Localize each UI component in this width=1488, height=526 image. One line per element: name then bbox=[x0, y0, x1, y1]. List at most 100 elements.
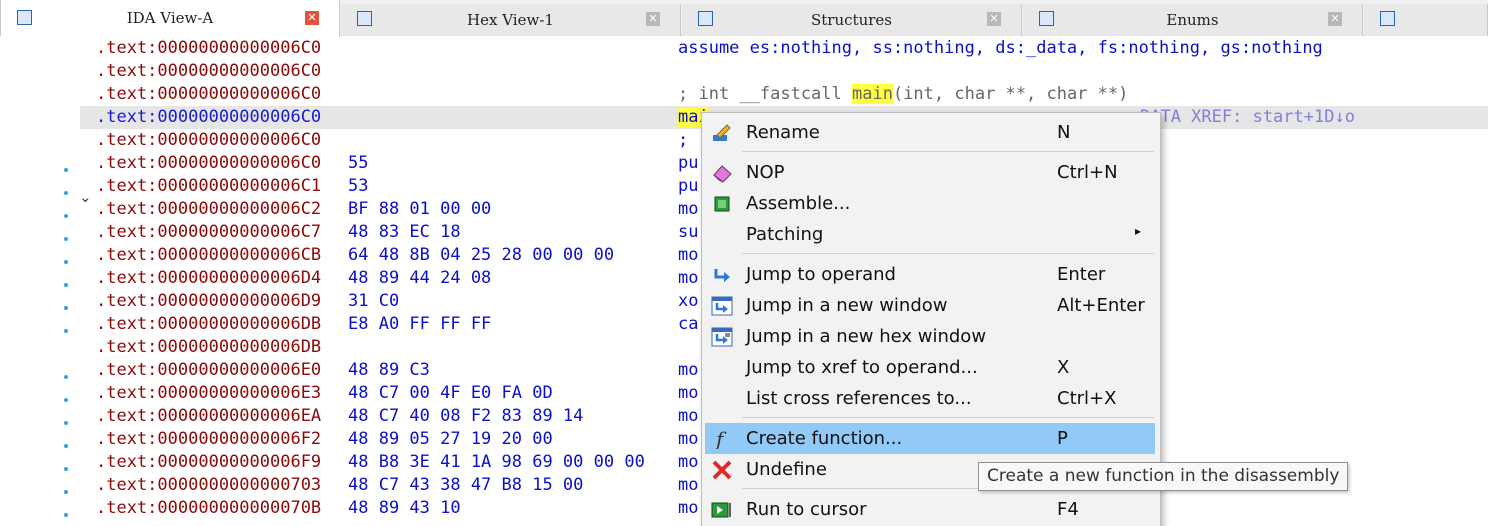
xref-comment[interactable]: DATA XREF: start+1D↓o bbox=[1140, 106, 1355, 129]
close-icon[interactable]: ✕ bbox=[1328, 12, 1342, 26]
listing-gutter[interactable]: ⌄ bbox=[0, 36, 92, 526]
tab-label: Hex View-1 bbox=[467, 11, 554, 29]
menu-item-jump-to-operand[interactable]: Jump to operand Enter bbox=[705, 259, 1155, 290]
menu-item-rename[interactable]: Rename N bbox=[705, 117, 1155, 148]
opcode-bytes: 48 B8 3E 41 1A 98 69 00 00 00 bbox=[348, 452, 645, 472]
menu-item-jump-in-a-new-window[interactable]: Jump in a new window Alt+Enter bbox=[705, 290, 1155, 321]
tab-structures[interactable]: Structures ✕ bbox=[682, 4, 1022, 36]
opcode-bytes: E8 A0 FF FF FF bbox=[348, 314, 492, 334]
opcode-bytes: 48 C7 40 08 F2 83 89 14 bbox=[348, 406, 584, 426]
close-icon[interactable]: ✕ bbox=[646, 12, 660, 26]
menu-item-shortcut: X bbox=[1057, 357, 1070, 378]
address: .text:00000000000006C1 bbox=[96, 176, 322, 196]
instruction[interactable]: mo bbox=[678, 474, 698, 497]
jump-arrow-icon bbox=[711, 265, 733, 285]
menu-item-create-function[interactable]: f Create function... P bbox=[705, 423, 1155, 454]
address: .text:00000000000006C2 bbox=[96, 199, 322, 219]
menu-item-shortcut: N bbox=[1057, 122, 1071, 143]
menu-item-label: Jump in a new hex window bbox=[746, 326, 987, 347]
listing-row[interactable]: .text:00000000000006C0 ; int __fastcall m… bbox=[80, 83, 1488, 106]
instruction[interactable]: pu bbox=[678, 175, 698, 198]
tab-more[interactable] bbox=[1364, 4, 1488, 36]
menu-item-shortcut: Alt+Enter bbox=[1057, 295, 1145, 316]
menu-item-run-to-cursor[interactable]: Run to cursor F4 bbox=[705, 494, 1155, 525]
menu-separator bbox=[742, 417, 1154, 418]
tab-ida-view-a[interactable]: IDA View-A ✕ bbox=[0, 0, 340, 37]
close-icon[interactable]: ✕ bbox=[987, 12, 1001, 26]
rename-icon bbox=[711, 123, 733, 143]
flow-dot bbox=[64, 398, 68, 402]
menu-item-jump-in-a-new-hex-window[interactable]: Jump in a new hex window bbox=[705, 321, 1155, 352]
menu-item-label: Patching bbox=[746, 224, 824, 245]
flow-dot bbox=[64, 444, 68, 448]
menu-separator bbox=[742, 253, 1154, 254]
flow-dot bbox=[64, 375, 68, 379]
flow-dot bbox=[64, 260, 68, 264]
address: .text:00000000000006D4 bbox=[96, 268, 322, 288]
instruction[interactable]: su bbox=[678, 221, 698, 244]
opcode-bytes: 64 48 8B 04 25 28 00 00 00 bbox=[348, 245, 615, 265]
instruction[interactable]: assume es:nothing, ss:nothing, ds:_data,… bbox=[678, 37, 1323, 60]
instruction[interactable]: ca bbox=[678, 313, 698, 336]
instruction[interactable]: mo bbox=[678, 382, 698, 405]
address: .text:00000000000006DB bbox=[96, 314, 322, 334]
run-to-cursor-icon bbox=[711, 500, 733, 520]
listing-row[interactable]: .text:00000000000006C0 assume es:nothing,… bbox=[80, 37, 1488, 60]
menu-item-list-cross-references-to[interactable]: List cross references to... Ctrl+X bbox=[705, 383, 1155, 414]
menu-item-shortcut: Ctrl+X bbox=[1057, 388, 1117, 409]
menu-item-label: Rename bbox=[746, 122, 820, 143]
instruction[interactable]: pu bbox=[678, 152, 698, 175]
instruction[interactable]: xo bbox=[678, 290, 698, 313]
address: .text:00000000000006D9 bbox=[96, 291, 322, 311]
opcode-bytes: BF 88 01 00 00 bbox=[348, 199, 492, 219]
opcode-bytes: 48 89 44 24 08 bbox=[348, 268, 492, 288]
menu-item-jump-to-xref-to-operand[interactable]: Jump to xref to operand... X bbox=[705, 352, 1155, 383]
address: .text:000000000000070B bbox=[96, 498, 322, 518]
function-icon: f bbox=[711, 427, 733, 451]
menu-item-patching[interactable]: Patching ▸ bbox=[705, 219, 1155, 250]
address: .text:00000000000006C7 bbox=[96, 222, 322, 242]
flow-dot bbox=[64, 283, 68, 287]
submenu-arrow-icon: ▸ bbox=[1135, 224, 1142, 238]
listing-row[interactable]: .text:00000000000006C0 bbox=[80, 60, 1488, 83]
instruction[interactable]: mo bbox=[678, 428, 698, 451]
menu-item-label: Jump to operand bbox=[746, 264, 896, 285]
address: .text:00000000000006EA bbox=[96, 406, 322, 426]
imports-icon bbox=[1380, 11, 1395, 26]
flow-dot bbox=[64, 191, 68, 195]
address: .text:0000000000000703 bbox=[96, 475, 322, 495]
instruction[interactable]: ; int __fastcall main(int, char **, char… bbox=[678, 83, 1128, 106]
menu-item-assemble[interactable]: Assemble... bbox=[705, 188, 1155, 219]
chip-icon bbox=[711, 194, 733, 214]
menu-item-label: Jump in a new window bbox=[746, 295, 948, 316]
flow-dot bbox=[64, 490, 68, 494]
tab-enums[interactable]: Enums ✕ bbox=[1023, 4, 1363, 36]
address: .text:00000000000006C0 bbox=[96, 153, 322, 173]
flow-dot bbox=[64, 306, 68, 310]
opcode-bytes: 48 89 C3 bbox=[348, 360, 430, 380]
instruction[interactable]: ; bbox=[678, 129, 688, 152]
menu-item-label: Undefine bbox=[746, 459, 827, 480]
address: .text:00000000000006C0 bbox=[96, 61, 322, 81]
close-icon[interactable]: ✕ bbox=[305, 11, 319, 25]
opcode-bytes: 48 83 EC 18 bbox=[348, 222, 461, 242]
instruction[interactable]: mo bbox=[678, 267, 698, 290]
menu-item-label: List cross references to... bbox=[746, 388, 972, 409]
instruction[interactable]: mo bbox=[678, 451, 698, 474]
instruction[interactable]: mo bbox=[678, 244, 698, 267]
address: .text:00000000000006DB bbox=[96, 337, 322, 357]
menu-item-shortcut: P bbox=[1057, 428, 1068, 449]
flow-dot bbox=[64, 421, 68, 425]
address: .text:00000000000006C0 bbox=[96, 84, 322, 104]
instruction[interactable]: mo bbox=[678, 359, 698, 382]
opcode-bytes: 31 C0 bbox=[348, 291, 400, 311]
highlighted-symbol[interactable]: main bbox=[852, 84, 893, 104]
instruction[interactable]: mo bbox=[678, 198, 698, 221]
address: .text:00000000000006C0 bbox=[96, 107, 322, 127]
instruction[interactable]: mo bbox=[678, 405, 698, 428]
menu-item-nop[interactable]: NOP Ctrl+N bbox=[705, 157, 1155, 188]
tab-label: IDA View-A bbox=[126, 9, 214, 27]
address: .text:00000000000006E0 bbox=[96, 360, 322, 380]
tab-hex-view-1[interactable]: Hex View-1 ✕ bbox=[341, 4, 681, 36]
instruction[interactable]: mo bbox=[678, 497, 698, 520]
